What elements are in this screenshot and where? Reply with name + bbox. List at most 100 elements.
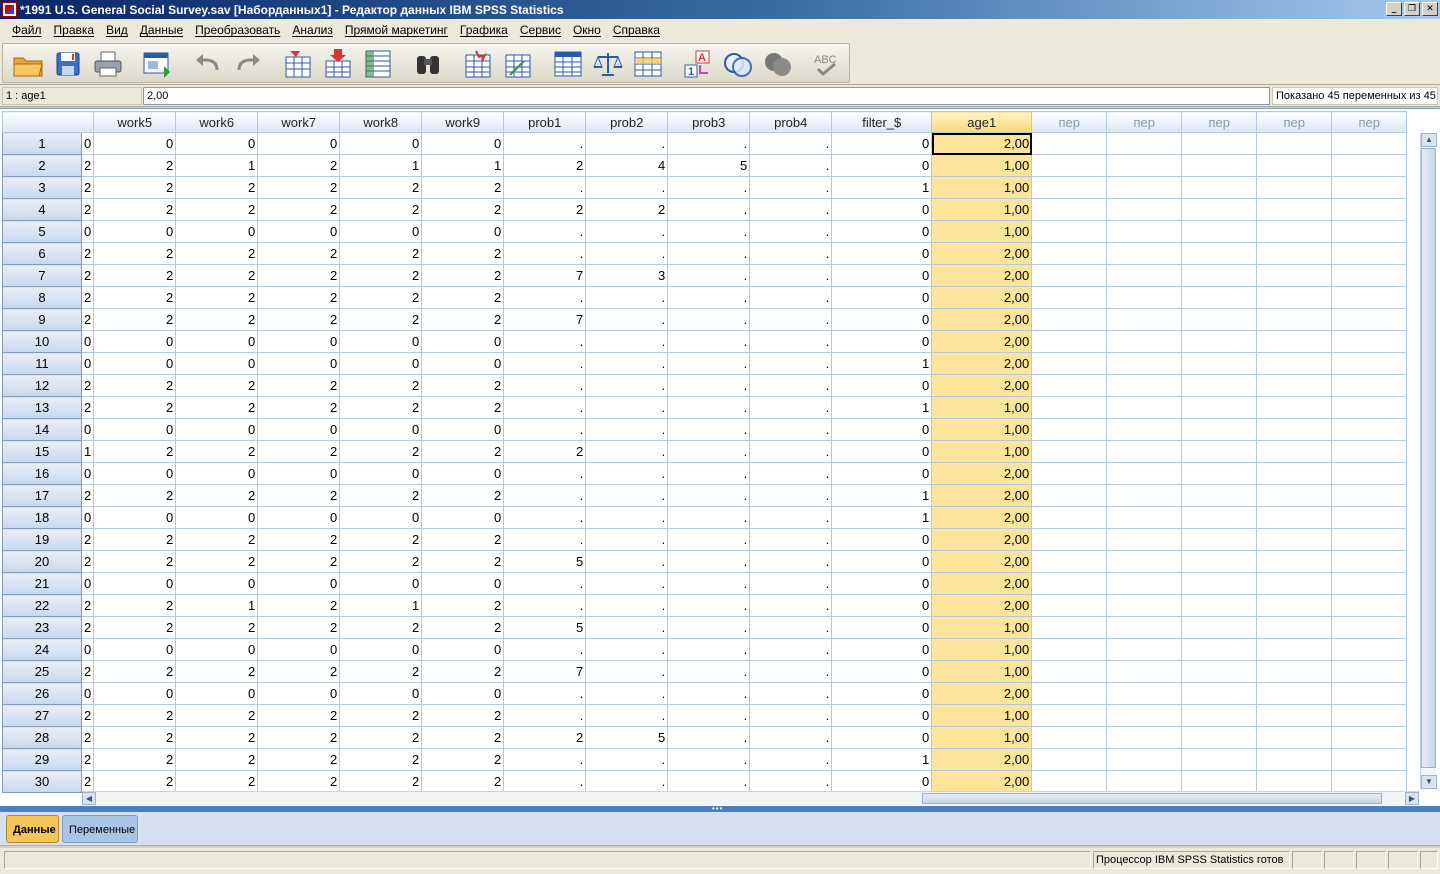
table-cell[interactable]: . xyxy=(667,528,751,551)
table-cell[interactable]: 0 xyxy=(831,616,933,639)
table-cell[interactable]: . xyxy=(749,748,833,771)
table-cell[interactable]: 2 xyxy=(421,726,505,749)
empty-cell[interactable] xyxy=(1331,220,1408,243)
table-cell[interactable]: . xyxy=(667,374,751,397)
table-cell[interactable]: . xyxy=(503,176,587,199)
table-cell[interactable]: 0 xyxy=(831,198,933,221)
table-cell[interactable]: . xyxy=(503,638,587,661)
table-cell[interactable]: 0 xyxy=(93,572,177,595)
table-cell[interactable]: . xyxy=(585,242,669,265)
empty-cell[interactable] xyxy=(1181,176,1258,199)
table-cell[interactable]: . xyxy=(749,704,833,727)
table-cell[interactable]: 2 xyxy=(339,286,423,309)
empty-cell[interactable] xyxy=(1106,374,1183,397)
empty-cell[interactable] xyxy=(1106,198,1183,221)
table-cell[interactable]: 2 xyxy=(257,550,341,573)
table-cell[interactable]: 0 xyxy=(421,220,505,243)
table-cell[interactable]: 0 xyxy=(175,682,259,705)
empty-cell[interactable] xyxy=(1031,726,1108,749)
row-number[interactable]: 13 xyxy=(2,396,82,419)
empty-cell[interactable] xyxy=(1106,264,1183,287)
empty-cell[interactable] xyxy=(1106,770,1183,793)
empty-cell[interactable] xyxy=(1181,198,1258,221)
table-cell[interactable]: . xyxy=(667,726,751,749)
table-cell[interactable]: . xyxy=(749,550,833,573)
empty-cell[interactable] xyxy=(1256,440,1333,463)
table-cell[interactable]: . xyxy=(749,440,833,463)
empty-cell[interactable] xyxy=(1106,176,1183,199)
table-cell[interactable]: 1,00 xyxy=(931,220,1033,243)
table-cell[interactable]: 2 xyxy=(80,242,95,265)
table-cell[interactable]: 0 xyxy=(831,726,933,749)
empty-cell[interactable] xyxy=(1106,286,1183,309)
empty-cell[interactable] xyxy=(1181,704,1258,727)
scroll-left-arrow-icon[interactable]: ◀ xyxy=(82,792,96,805)
table-cell[interactable]: 2 xyxy=(80,528,95,551)
table-cell[interactable]: 2 xyxy=(175,176,259,199)
empty-cell[interactable] xyxy=(1106,242,1183,265)
table-cell[interactable]: 2 xyxy=(80,176,95,199)
table-cell[interactable]: 0 xyxy=(831,660,933,683)
table-cell[interactable]: 2 xyxy=(421,374,505,397)
table-cell[interactable]: 2,00 xyxy=(931,352,1033,375)
empty-cell[interactable] xyxy=(1181,264,1258,287)
column-header-filter[interactable]: filter_$ xyxy=(831,111,933,133)
menu-analyze[interactable]: Анализ xyxy=(286,23,339,37)
table-cell[interactable]: . xyxy=(667,572,751,595)
empty-cell[interactable] xyxy=(1331,594,1408,617)
goto-case-icon[interactable] xyxy=(281,48,315,80)
empty-cell[interactable] xyxy=(1331,528,1408,551)
insert-cases-icon[interactable] xyxy=(461,48,495,80)
table-cell[interactable]: 0 xyxy=(339,132,423,155)
table-cell[interactable]: 0 xyxy=(831,418,933,441)
table-cell[interactable]: 2 xyxy=(80,770,95,793)
table-cell[interactable]: . xyxy=(585,418,669,441)
table-cell[interactable]: . xyxy=(749,770,833,793)
table-cell[interactable]: 2 xyxy=(257,770,341,793)
table-cell[interactable]: 2 xyxy=(80,484,95,507)
table-cell[interactable]: . xyxy=(667,418,751,441)
table-cell[interactable]: 2,00 xyxy=(931,330,1033,353)
table-cell[interactable]: 0 xyxy=(257,462,341,485)
table-cell[interactable]: . xyxy=(585,594,669,617)
empty-cell[interactable] xyxy=(1256,638,1333,661)
row-number[interactable]: 25 xyxy=(2,660,82,683)
table-cell[interactable]: 0 xyxy=(93,638,177,661)
table-cell[interactable]: 0 xyxy=(175,418,259,441)
table-cell[interactable]: 2 xyxy=(175,484,259,507)
table-cell[interactable]: . xyxy=(667,308,751,331)
table-cell[interactable]: 0 xyxy=(93,220,177,243)
table-cell[interactable]: 2 xyxy=(80,308,95,331)
row-number[interactable]: 3 xyxy=(2,176,82,199)
empty-cell[interactable] xyxy=(1031,462,1108,485)
table-cell[interactable]: 2 xyxy=(257,286,341,309)
empty-cell[interactable] xyxy=(1106,616,1183,639)
scroll-up-arrow-icon[interactable]: ▲ xyxy=(1421,133,1437,147)
table-cell[interactable]: 0 xyxy=(421,572,505,595)
table-cell[interactable]: 2 xyxy=(175,440,259,463)
table-cell[interactable]: 2 xyxy=(421,308,505,331)
empty-cell[interactable] xyxy=(1031,374,1108,397)
empty-cell[interactable] xyxy=(1256,682,1333,705)
menu-utilities[interactable]: Сервис xyxy=(514,23,567,37)
table-cell[interactable]: . xyxy=(749,352,833,375)
vertical-scroll-thumb[interactable] xyxy=(1421,148,1436,768)
empty-cell[interactable] xyxy=(1331,242,1408,265)
table-cell[interactable]: . xyxy=(585,506,669,529)
cell-value-input[interactable]: 2,00 xyxy=(143,87,1270,105)
table-cell[interactable]: . xyxy=(585,484,669,507)
empty-cell[interactable] xyxy=(1031,440,1108,463)
table-cell[interactable]: 0 xyxy=(831,308,933,331)
spss-app-icon[interactable] xyxy=(2,2,17,17)
table-cell[interactable]: 2,00 xyxy=(931,308,1033,331)
empty-cell[interactable] xyxy=(1256,154,1333,177)
empty-cell[interactable] xyxy=(1106,418,1183,441)
empty-cell[interactable] xyxy=(1031,286,1108,309)
table-cell[interactable]: 0 xyxy=(831,440,933,463)
table-cell[interactable]: 2 xyxy=(339,374,423,397)
column-header-work7[interactable]: work7 xyxy=(257,111,341,133)
row-number[interactable]: 27 xyxy=(2,704,82,727)
menu-edit[interactable]: Правка xyxy=(48,23,101,37)
table-cell[interactable]: 1 xyxy=(831,176,933,199)
table-cell[interactable]: 2 xyxy=(80,396,95,419)
